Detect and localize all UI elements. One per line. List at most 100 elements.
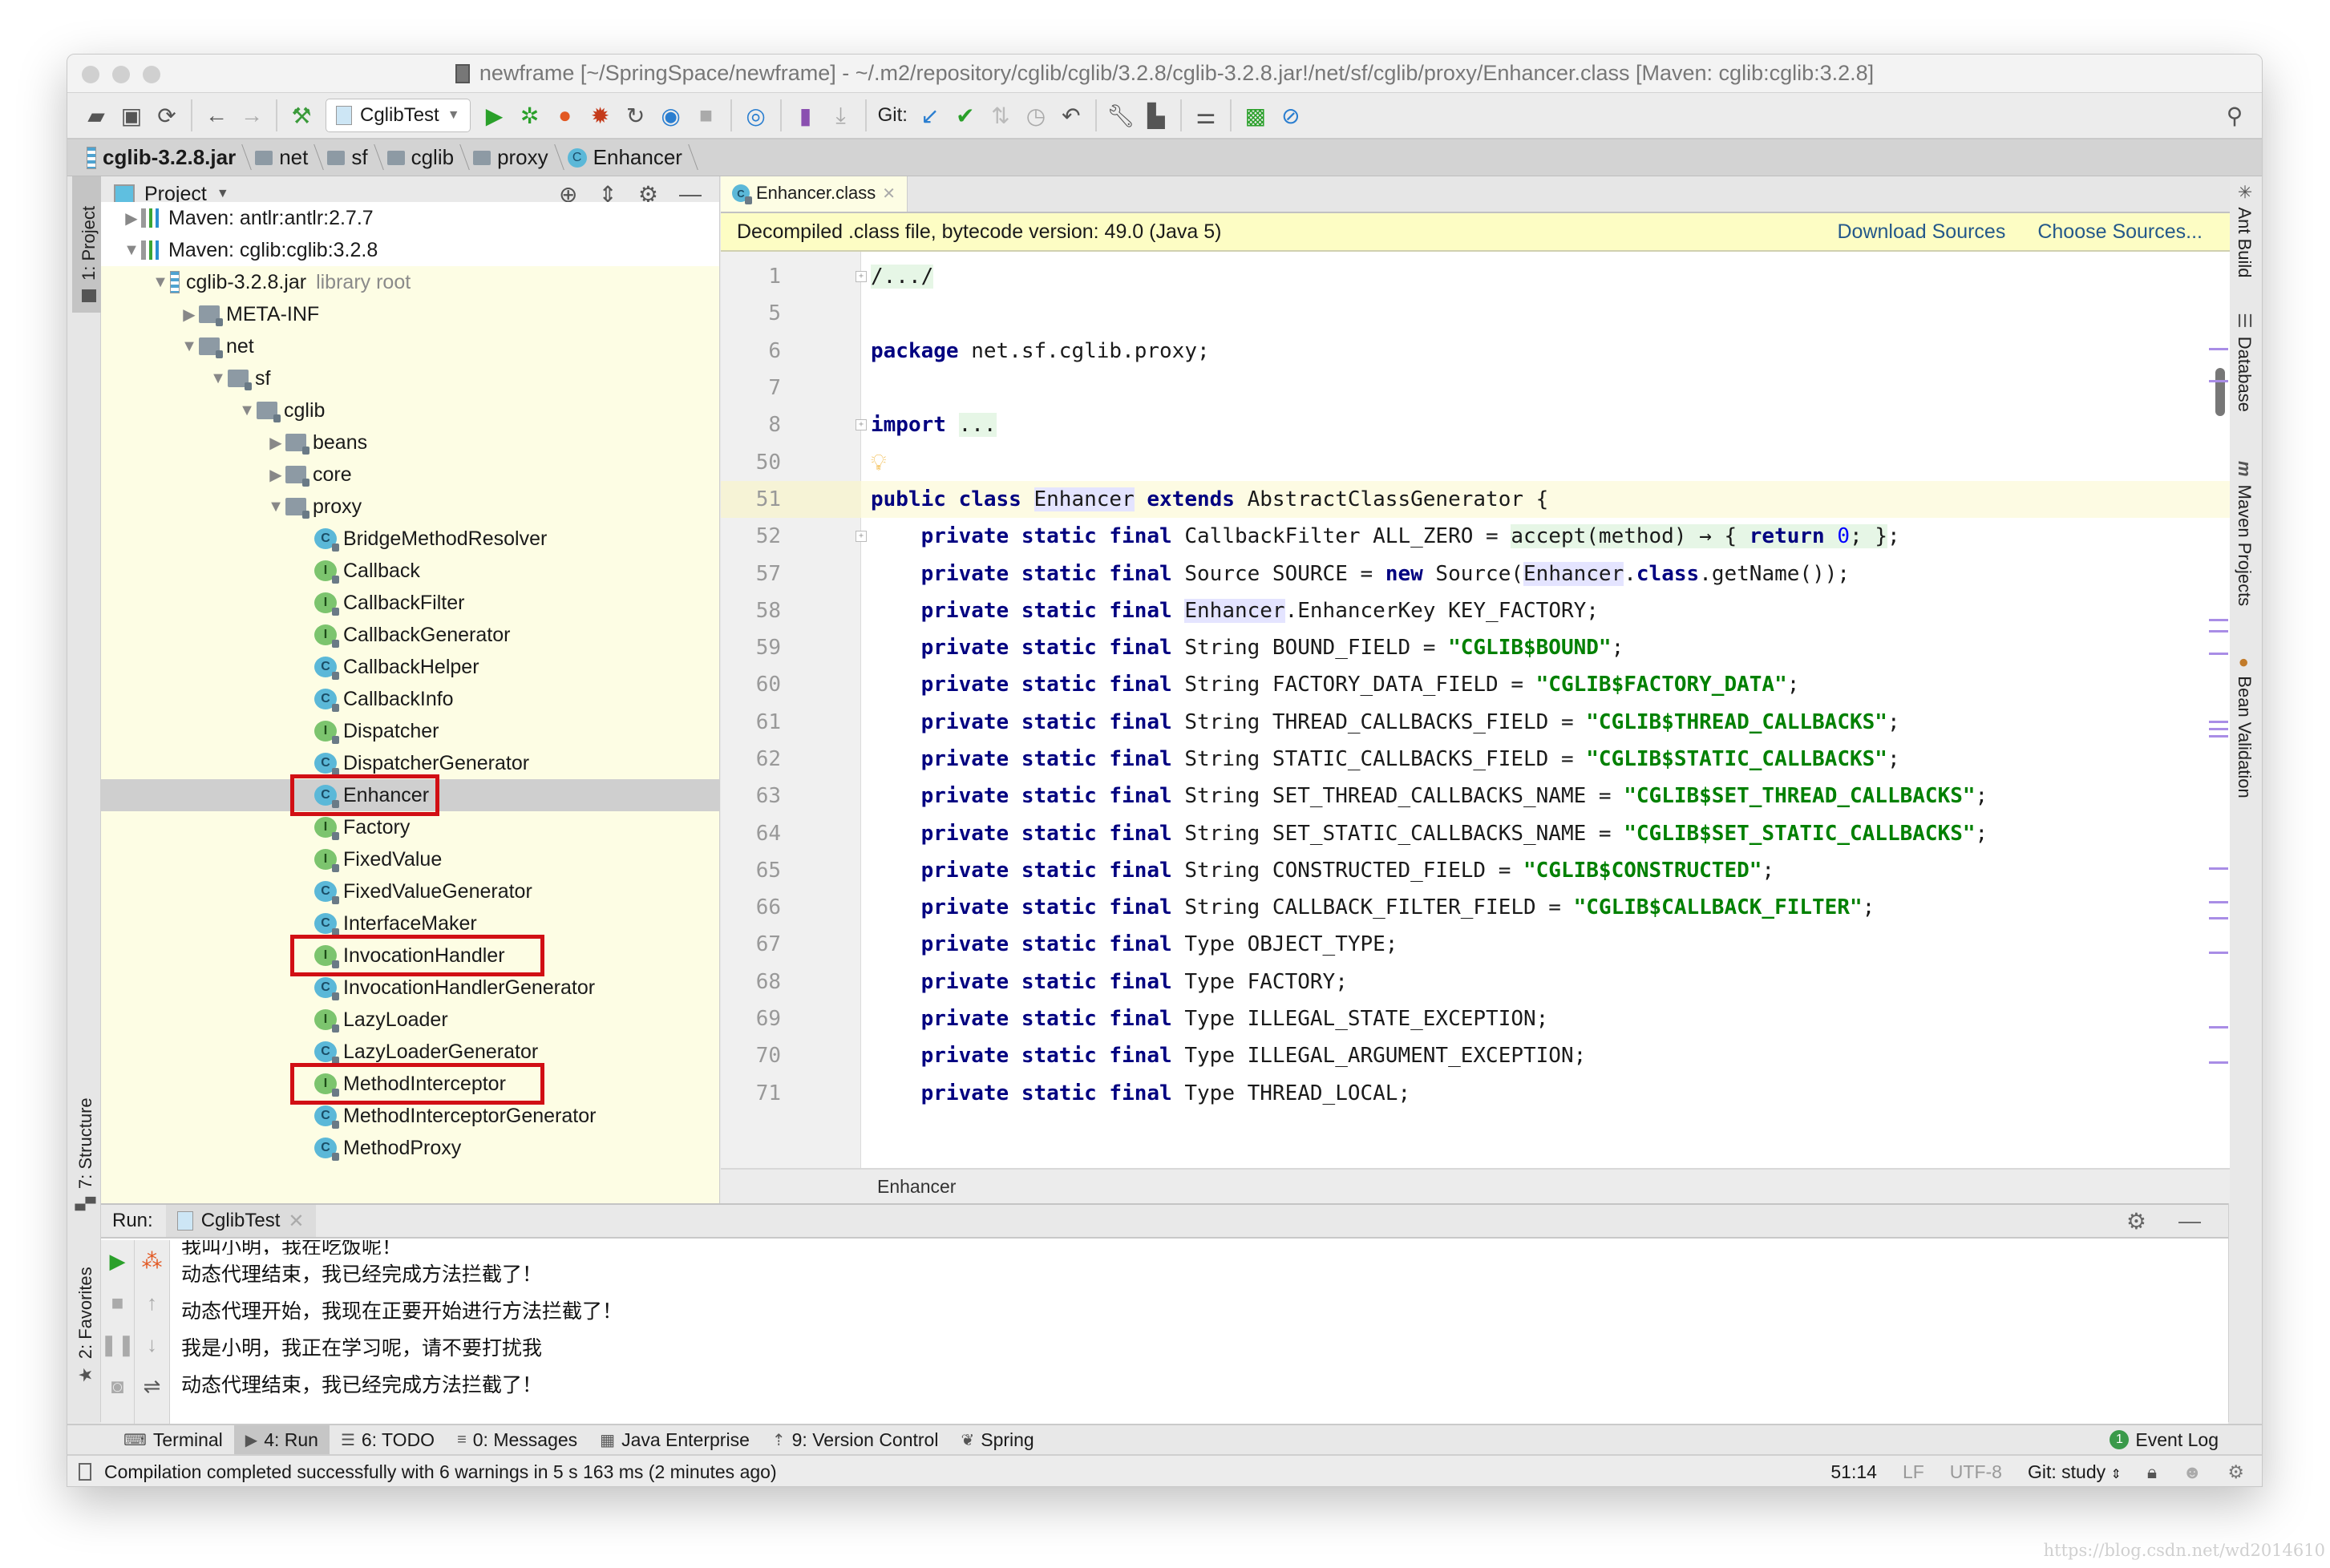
sdk-download-icon[interactable]: ⤓ bbox=[823, 98, 859, 133]
git-compare-icon[interactable]: ⇅ bbox=[983, 98, 1018, 133]
lock-icon[interactable]: 🔒︎ bbox=[2147, 1461, 2157, 1483]
stripe-mark[interactable] bbox=[2209, 952, 2228, 954]
code-line[interactable]: 64 private static final String SET_STATI… bbox=[721, 814, 2230, 851]
stripe-mark[interactable] bbox=[2209, 1026, 2228, 1028]
tree-item[interactable]: C MethodInterceptorGenerator bbox=[101, 1100, 719, 1132]
hector-icon[interactable]: ☻ bbox=[2182, 1461, 2202, 1483]
code-line[interactable]: 70 private static final Type ILLEGAL_ARG… bbox=[721, 1037, 2230, 1074]
code-line[interactable]: 8 + import ... bbox=[721, 406, 2230, 443]
code-area[interactable]: 1 +/.../5 6 package net.sf.cglib.proxy; 7 8 + i… bbox=[721, 258, 2230, 1112]
breadcrumb-enhancer[interactable]: C Enhancer bbox=[560, 139, 694, 176]
tree-item[interactable]: I Factory bbox=[101, 811, 719, 843]
line-number[interactable]: 61 bbox=[721, 704, 861, 741]
stripe-mark[interactable] bbox=[2209, 348, 2228, 350]
tree-item[interactable]: I InvocationHandler bbox=[101, 935, 719, 976]
tree-item[interactable]: ▼ Maven: cglib:cglib:3.2.8 bbox=[101, 234, 719, 266]
code-line[interactable]: 67 private static final Type OBJECT_TYPE… bbox=[721, 926, 2230, 963]
code-line[interactable]: 52 + private static final CallbackFilter … bbox=[721, 518, 2230, 555]
forward-icon[interactable]: → bbox=[234, 98, 269, 133]
line-number[interactable]: 70 bbox=[721, 1037, 861, 1074]
code-line[interactable]: 51 public class Enhancer extends Abstract… bbox=[721, 480, 2230, 519]
event-log-button[interactable]: 1 Event Log bbox=[2098, 1425, 2230, 1454]
line-number[interactable]: 59 bbox=[721, 629, 861, 666]
chevron-down-icon[interactable]: ▼ bbox=[216, 187, 229, 201]
git-update-icon[interactable]: ↙ bbox=[912, 98, 948, 133]
run-tab-cglibtest[interactable]: CglibTest ✕ bbox=[165, 1205, 316, 1237]
code-line[interactable]: 69 private static final Type ILLEGAL_STA… bbox=[721, 1000, 2230, 1037]
profile-icon[interactable]: ✹ bbox=[583, 98, 618, 133]
line-number[interactable]: 57 bbox=[721, 555, 861, 592]
line-number[interactable]: 68 bbox=[721, 964, 861, 1000]
tool-tab-ant-build[interactable]: ✳ Ant Build bbox=[2234, 184, 2255, 278]
line-number[interactable]: 64 bbox=[721, 814, 861, 851]
intention-bulb-icon[interactable]: 💡︎ bbox=[871, 449, 887, 475]
tool-window-button[interactable]: ≡ 0: Messages bbox=[446, 1425, 589, 1454]
tree-item[interactable]: ▼ net bbox=[101, 330, 719, 362]
line-number[interactable]: 69 bbox=[721, 1000, 861, 1037]
debug-icon[interactable]: ✲ bbox=[512, 98, 548, 133]
tool-tab-bean-validation[interactable]: ● Bean Validation bbox=[2234, 657, 2255, 798]
tree-item[interactable]: I Callback bbox=[101, 555, 719, 587]
stripe-mark[interactable] bbox=[2209, 653, 2228, 655]
tool-tab-favorites[interactable]: ★ 2: Favorites bbox=[75, 1267, 96, 1383]
fold-toggle-icon[interactable]: + bbox=[856, 271, 867, 283]
stripe-mark[interactable] bbox=[2209, 630, 2228, 632]
sync-icon[interactable]: ⟳ bbox=[149, 98, 184, 133]
stripe-mark[interactable] bbox=[2209, 619, 2228, 621]
close-icon[interactable]: ✕ bbox=[882, 184, 896, 204]
line-number[interactable]: 58 bbox=[721, 592, 861, 629]
git-branch-widget[interactable]: Git: study ⇕ bbox=[2028, 1461, 2122, 1483]
stripe-mark[interactable] bbox=[2209, 917, 2228, 919]
breadcrumb-net[interactable]: net bbox=[247, 139, 319, 176]
save-icon[interactable]: ▣ bbox=[114, 98, 149, 133]
editor-tab-enhancer[interactable]: C Enhancer.class ✕ bbox=[721, 176, 908, 212]
rerun-icon[interactable]: ▶ bbox=[101, 1240, 134, 1282]
editor-breadcrumb-item[interactable]: Enhancer bbox=[877, 1176, 956, 1198]
tool-window-button[interactable]: ⇡ 9: Version Control bbox=[761, 1425, 950, 1454]
collapsed-arrow-icon[interactable]: ▶ bbox=[266, 433, 285, 453]
tree-item[interactable]: C CallbackInfo bbox=[101, 683, 719, 715]
line-number[interactable]: 7 bbox=[721, 370, 861, 406]
line-separator[interactable]: LF bbox=[1903, 1461, 1924, 1483]
tool-tab-database[interactable]: ☰ Database bbox=[2234, 313, 2255, 412]
breadcrumb-sf[interactable]: sf bbox=[319, 139, 378, 176]
stripe-mark[interactable] bbox=[2209, 867, 2228, 870]
tree-item[interactable]: C CallbackHelper bbox=[101, 651, 719, 683]
code-line[interactable]: 7 bbox=[721, 370, 2230, 406]
git-commit-icon[interactable]: ✔ bbox=[948, 98, 983, 133]
status-toggle-icon[interactable] bbox=[79, 1463, 91, 1481]
code-line[interactable]: 66 private static final String CALLBACK_… bbox=[721, 889, 2230, 926]
expanded-arrow-icon[interactable]: ▼ bbox=[151, 273, 170, 292]
run-icon[interactable]: ▶ bbox=[477, 98, 512, 133]
expanded-arrow-icon[interactable]: ▼ bbox=[122, 241, 141, 260]
tree-item[interactable]: C InvocationHandlerGenerator bbox=[101, 972, 719, 1004]
tree-item[interactable]: ▼ proxy bbox=[101, 491, 719, 523]
code-line[interactable]: 68 private static final Type FACTORY; bbox=[721, 964, 2230, 1000]
attach-profiler-icon[interactable]: ◎ bbox=[738, 98, 774, 133]
tool-tab-structure[interactable]: ▚ 7: Structure bbox=[75, 1097, 96, 1210]
line-number[interactable]: 62 bbox=[721, 741, 861, 778]
choose-sources-link[interactable]: Choose Sources... bbox=[2037, 220, 2203, 244]
line-number[interactable]: 6 bbox=[721, 333, 861, 370]
android-device-icon[interactable]: ▮ bbox=[788, 98, 823, 133]
code-line[interactable]: 61 private static final String THREAD_CA… bbox=[721, 704, 2230, 741]
tree-item[interactable]: ▼ cglib-3.2.8.jar library root bbox=[101, 266, 719, 298]
gear-icon[interactable]: ⚙ bbox=[2126, 1208, 2146, 1235]
console-output[interactable]: 我叫小明，我在吃饭呢！ 动态代理结束，我已经完成方法拦截了！ 动态代理开始，我现… bbox=[181, 1240, 2228, 1424]
expanded-arrow-icon[interactable]: ▼ bbox=[180, 337, 199, 356]
memory-indicator-icon[interactable]: ⚙ bbox=[2227, 1461, 2244, 1483]
expanded-arrow-icon[interactable]: ▼ bbox=[266, 498, 285, 516]
line-number[interactable]: 65 bbox=[721, 852, 861, 889]
tool-window-button[interactable]: ▶ 4: Run bbox=[233, 1425, 330, 1454]
run-configuration-select[interactable]: CglibTest ▼ bbox=[326, 99, 471, 132]
code-line[interactable]: 71 private static final Type THREAD_LOCA… bbox=[721, 1075, 2230, 1112]
line-number[interactable]: 60 bbox=[721, 666, 861, 703]
search-icon[interactable]: ⚲ bbox=[2217, 98, 2252, 133]
stripe-mark[interactable] bbox=[2209, 1061, 2228, 1064]
line-number[interactable]: 51 bbox=[721, 480, 861, 519]
tree-item[interactable]: ▶ META-INF bbox=[101, 298, 719, 330]
code-line[interactable]: 5 bbox=[721, 295, 2230, 332]
up-arrow-icon[interactable]: ↑ bbox=[135, 1282, 169, 1324]
monitor-icon[interactable]: ▩ bbox=[1238, 98, 1273, 133]
tool-window-button[interactable]: ⌨ Terminal bbox=[112, 1425, 234, 1454]
